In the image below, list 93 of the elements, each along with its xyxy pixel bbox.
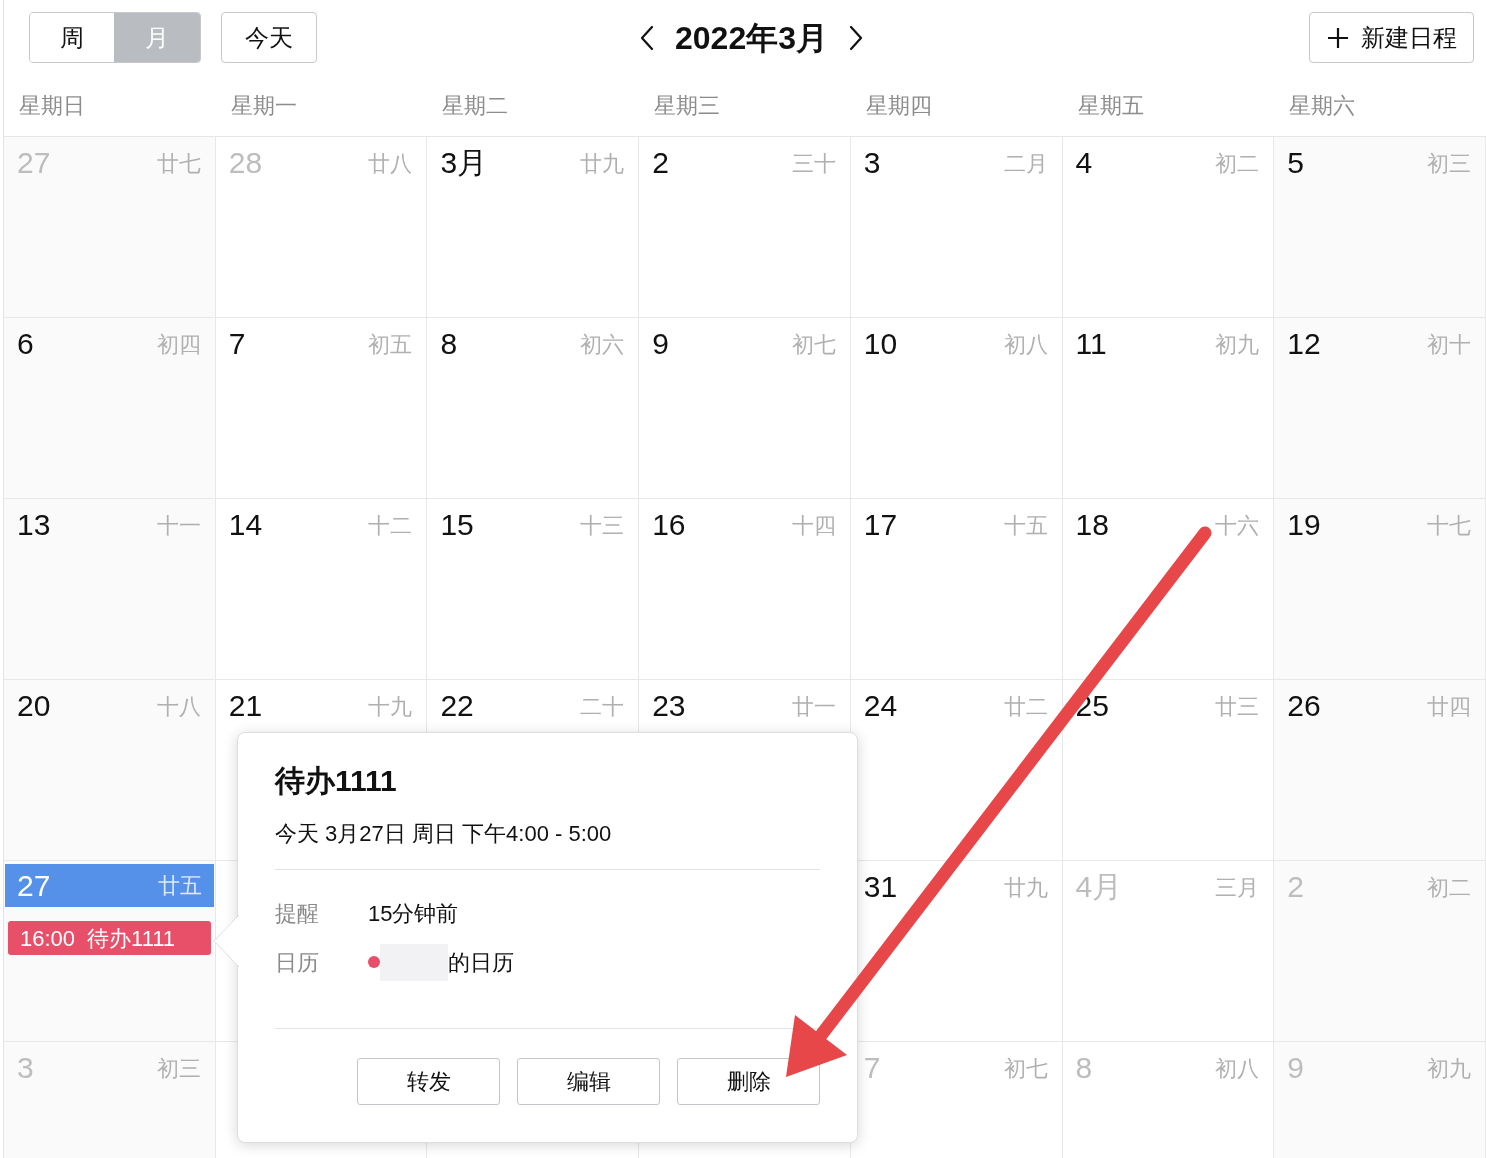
date-number: 27 bbox=[17, 145, 51, 181]
event-time: 今天 3月27日 周日 下午4:00 - 5:00 bbox=[275, 820, 613, 848]
weekday-label: 星期二 bbox=[441, 92, 510, 120]
date-number: 14 bbox=[228, 507, 263, 543]
date-number: 21 bbox=[228, 688, 263, 724]
date-number: 9 bbox=[1287, 1050, 1304, 1086]
date-number: 24 bbox=[863, 688, 898, 724]
lunar-date: 初六 bbox=[580, 331, 625, 359]
detail-label: 日历 bbox=[275, 948, 320, 977]
date-number: 8 bbox=[440, 326, 458, 362]
date-number: 28 bbox=[228, 145, 263, 181]
lunar-date: 廿五 bbox=[157, 871, 202, 900]
lunar-date: 十二 bbox=[368, 512, 413, 540]
lunar-date: 初二 bbox=[1215, 150, 1260, 178]
plus-icon bbox=[1327, 26, 1349, 49]
detail-value: 的日历 bbox=[448, 948, 514, 977]
today-button[interactable]: 今天 bbox=[221, 12, 317, 63]
lunar-date: 初三 bbox=[156, 1055, 201, 1083]
weekday-label: 星期日 bbox=[18, 92, 86, 120]
date-number: 31 bbox=[863, 869, 898, 905]
date-number: 13 bbox=[17, 507, 51, 543]
lunar-date: 十八 bbox=[156, 693, 201, 721]
lunar-date: 二十 bbox=[580, 693, 625, 721]
lunar-date: 廿二 bbox=[1003, 693, 1048, 721]
date-number: 7 bbox=[228, 326, 246, 362]
lunar-date: 廿三 bbox=[1215, 693, 1260, 721]
date-number: 26 bbox=[1287, 688, 1321, 724]
lunar-date: 初八 bbox=[1003, 331, 1048, 359]
date-number: 27 bbox=[17, 867, 51, 904]
date-number: 2 bbox=[652, 145, 669, 181]
detail-value: 15分钟前 bbox=[368, 899, 459, 928]
date-number: 23 bbox=[652, 688, 686, 724]
popover-action-button[interactable]: 删除 bbox=[677, 1058, 820, 1105]
lunar-date: 十四 bbox=[791, 512, 836, 540]
date-number: 22 bbox=[440, 688, 474, 724]
date-number: 4 bbox=[1075, 145, 1093, 181]
date-number: 9 bbox=[652, 326, 669, 362]
lunar-date: 廿七 bbox=[156, 150, 201, 178]
lunar-date: 十九 bbox=[368, 693, 413, 721]
lunar-date: 十一 bbox=[156, 512, 201, 540]
lunar-date: 十七 bbox=[1427, 512, 1471, 540]
date-number: 2 bbox=[1287, 869, 1304, 905]
date-number: 8 bbox=[1075, 1050, 1093, 1086]
weekday-label: 星期四 bbox=[864, 92, 933, 120]
lunar-date: 廿九 bbox=[1003, 874, 1048, 902]
date-number: 3 bbox=[17, 1050, 34, 1086]
redaction-block bbox=[380, 943, 448, 981]
lunar-date: 十三 bbox=[580, 512, 625, 540]
weekday-label: 星期一 bbox=[229, 92, 298, 120]
date-number: 15 bbox=[440, 507, 474, 543]
chevron-right-icon[interactable] bbox=[849, 24, 863, 51]
date-number: 11 bbox=[1075, 326, 1107, 362]
chevron-left-icon[interactable] bbox=[640, 24, 654, 51]
date-number: 3 bbox=[863, 145, 881, 181]
lunar-date: 三月 bbox=[1215, 874, 1260, 902]
date-number: 4月 bbox=[1075, 869, 1123, 905]
popover-action-button[interactable]: 编辑 bbox=[517, 1058, 660, 1105]
lunar-date: 廿九 bbox=[580, 150, 625, 178]
lunar-date: 廿一 bbox=[791, 693, 836, 721]
lunar-date: 初三 bbox=[1427, 150, 1471, 178]
lunar-date: 初八 bbox=[1215, 1055, 1260, 1083]
lunar-date: 初二 bbox=[1427, 874, 1471, 902]
lunar-date: 二月 bbox=[1003, 150, 1048, 178]
lunar-date: 三十 bbox=[791, 150, 836, 178]
lunar-date: 初十 bbox=[1427, 331, 1471, 359]
date-number: 19 bbox=[1287, 507, 1321, 543]
date-number: 18 bbox=[1075, 507, 1109, 543]
date-number: 3月 bbox=[440, 145, 488, 181]
lunar-date: 十六 bbox=[1215, 512, 1260, 540]
weekday-label: 星期五 bbox=[1076, 92, 1145, 120]
date-number: 6 bbox=[17, 326, 34, 362]
lunar-date: 初五 bbox=[368, 331, 413, 359]
event-title: 待办1111 bbox=[275, 763, 398, 799]
date-number: 16 bbox=[652, 507, 686, 543]
detail-label: 提醒 bbox=[275, 899, 320, 928]
lunar-date: 初九 bbox=[1427, 1055, 1471, 1083]
date-number: 12 bbox=[1287, 326, 1321, 362]
date-number: 5 bbox=[1287, 145, 1304, 181]
date-number: 20 bbox=[17, 688, 51, 724]
lunar-date: 十五 bbox=[1003, 512, 1048, 540]
popover-action-button[interactable]: 转发 bbox=[357, 1058, 500, 1105]
lunar-date: 初四 bbox=[156, 331, 201, 359]
new-event-button[interactable]: 新建日程 bbox=[1309, 12, 1474, 63]
weekday-label: 星期六 bbox=[1288, 92, 1357, 120]
weekday-label: 星期三 bbox=[653, 92, 722, 120]
date-number: 10 bbox=[863, 326, 898, 362]
lunar-date: 廿四 bbox=[1427, 693, 1471, 721]
event-chip[interactable]: 16:00 待办1111 bbox=[8, 921, 211, 955]
lunar-date: 廿八 bbox=[368, 150, 413, 178]
lunar-date: 初九 bbox=[1215, 331, 1260, 359]
date-number: 17 bbox=[863, 507, 898, 543]
month-title: 2022年3月 bbox=[675, 18, 828, 58]
lunar-date: 初七 bbox=[791, 331, 836, 359]
